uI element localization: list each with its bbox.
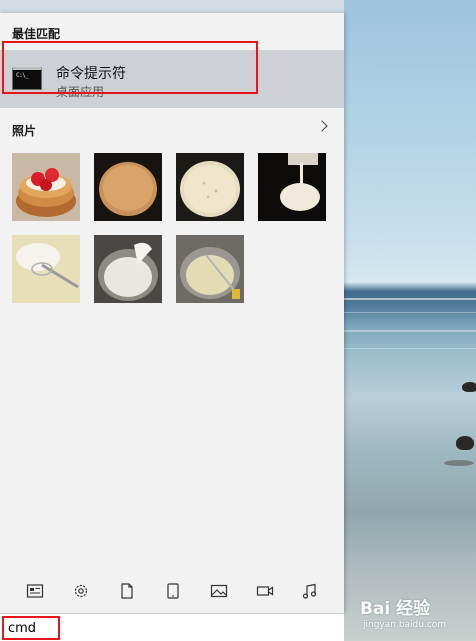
photo-thumbnail-whipped-cream[interactable] (94, 235, 162, 303)
watermark-logo-text: Bai 经验 (360, 599, 431, 619)
command-prompt-icon: C:\_ (12, 67, 42, 90)
music-icon[interactable] (300, 582, 318, 600)
news-icon[interactable] (26, 582, 44, 600)
photos-heading: 照片 (12, 124, 37, 138)
image-icon[interactable] (210, 582, 228, 600)
baidu-jingyan-watermark: Bai 经验 jingyan.baidu.com (360, 594, 472, 636)
desktop-wallpaper (344, 0, 476, 641)
photo-thumbnail-pancake[interactable] (94, 153, 162, 221)
photo-thumbnail-pancakes-strawberries[interactable] (12, 153, 80, 221)
start-menu-panel: 最佳匹配 C:\_ 命令提示符 桌面应用 照片 (0, 13, 344, 613)
best-match-app-type: 桌面应用 (56, 85, 105, 99)
search-filter-bar (0, 573, 344, 607)
video-icon[interactable] (256, 582, 274, 600)
chevron-right-icon (316, 120, 328, 132)
best-match-app-name: 命令提示符 (56, 66, 126, 82)
best-match-heading: 最佳匹配 (12, 27, 61, 41)
photo-thumbnail-whisk-cream[interactable] (12, 235, 80, 303)
tablet-icon[interactable] (164, 582, 182, 600)
settings-gear-icon[interactable] (72, 582, 90, 600)
search-box[interactable] (0, 613, 344, 641)
photo-thumbnail-pancake-batter[interactable] (176, 153, 244, 221)
photos-section-header[interactable]: 照片 (0, 117, 344, 143)
search-input[interactable] (8, 618, 128, 638)
photo-thumbnail-whisk-batter-bowl[interactable] (176, 235, 244, 303)
best-match-result-command-prompt[interactable]: C:\_ 命令提示符 桌面应用 (0, 50, 344, 108)
photo-thumbnail-pouring-batter[interactable] (258, 153, 326, 221)
document-icon[interactable] (118, 582, 136, 600)
watermark-url: jingyan.baidu.com (363, 620, 447, 630)
